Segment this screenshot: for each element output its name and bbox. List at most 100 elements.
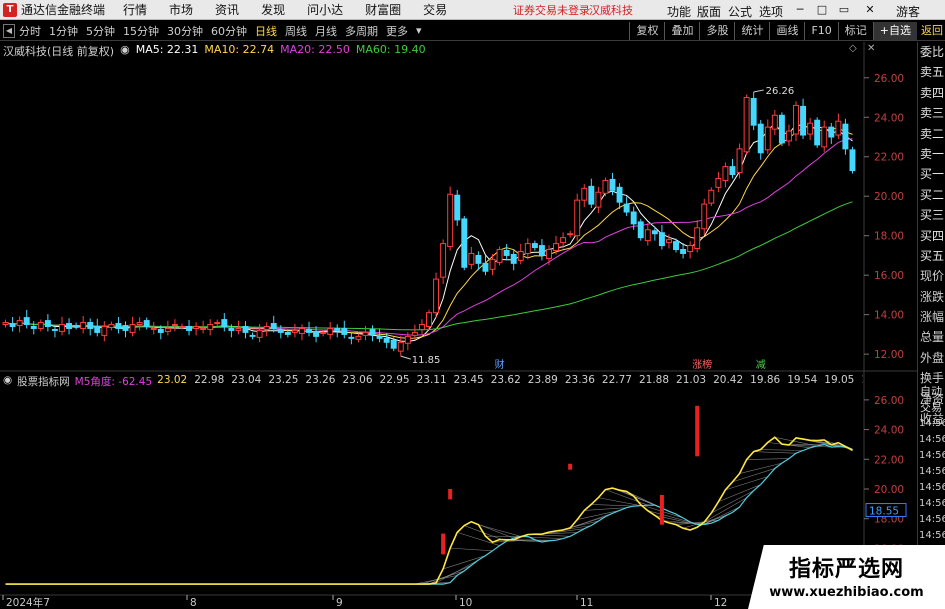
side-panel-item[interactable]: 买二 xyxy=(918,185,945,205)
side-panel-item[interactable]: 买四 xyxy=(918,226,945,246)
side-panel-item[interactable]: 涨幅 xyxy=(918,307,945,327)
side-panel-item[interactable]: 外盘 xyxy=(918,348,945,368)
candle-body xyxy=(390,339,397,349)
candle-body xyxy=(447,193,454,248)
candle-body xyxy=(673,241,679,251)
period-weekly[interactable]: 周线 xyxy=(285,23,307,39)
period-15min[interactable]: 15分钟 xyxy=(123,23,159,39)
toolbar-left-arrow-icon[interactable]: ◀ xyxy=(3,23,15,38)
period-monthly[interactable]: 月线 xyxy=(315,23,337,39)
ribbon-lag-line xyxy=(5,443,853,585)
period-30min[interactable]: 30分钟 xyxy=(167,23,203,39)
candle-body xyxy=(306,328,312,333)
candle-body xyxy=(842,123,849,150)
sub-chart-title[interactable]: 股票指标网 xyxy=(17,374,70,389)
sub-y-tick-label: 26.00 xyxy=(874,395,904,407)
period-1min[interactable]: 1分钟 xyxy=(49,23,78,39)
candle-body xyxy=(602,179,609,194)
f10-button[interactable]: F10 xyxy=(804,22,837,40)
side-panel-item[interactable]: 买一 xyxy=(918,164,945,184)
side-panel-item[interactable]: 卖四 xyxy=(918,83,945,103)
ma10-line xyxy=(5,125,853,339)
period-60min[interactable]: 60分钟 xyxy=(211,23,247,39)
add-watchlist-button[interactable]: +自选 xyxy=(872,22,917,40)
close-icon[interactable]: ✕ xyxy=(862,2,878,18)
menu-layout[interactable]: 版面 xyxy=(697,3,721,20)
sub-value: 21.03 xyxy=(676,374,707,386)
menu-formula[interactable]: 公式 xyxy=(728,3,752,20)
candle-body xyxy=(517,250,524,261)
ribbon-hatch xyxy=(718,484,761,503)
back-button[interactable]: 返回 xyxy=(921,22,943,38)
signal-bar xyxy=(695,405,700,457)
menu-item-shichang[interactable]: 市场 xyxy=(169,1,193,18)
period-5min[interactable]: 5分钟 xyxy=(86,23,115,39)
menu-item-wenxiaoda[interactable]: 问小达 xyxy=(307,1,343,18)
candle-body xyxy=(404,335,411,344)
main-y-tick-label: 12.00 xyxy=(874,349,904,361)
period-daily[interactable]: 日线 xyxy=(255,23,277,39)
menu-item-zixun[interactable]: 资讯 xyxy=(215,1,239,18)
side-panel-item[interactable]: 总量 xyxy=(918,327,945,347)
candle-body xyxy=(249,334,256,337)
mark-button[interactable]: 标记 xyxy=(837,22,873,40)
restore-icon[interactable]: ▭ xyxy=(836,2,852,18)
candle-body xyxy=(538,245,545,256)
trade-time: 14:56 xyxy=(919,466,945,477)
menu-item-hangqing[interactable]: 行情 xyxy=(123,1,147,18)
menu-function[interactable]: 功能 xyxy=(667,3,691,20)
candle-body xyxy=(623,203,630,213)
draw-line-button[interactable]: 画线 xyxy=(769,22,804,40)
trade-login-notice[interactable]: 证券交易未登录 xyxy=(513,2,590,18)
candle-body xyxy=(59,324,65,332)
period-fenshi[interactable]: 分时 xyxy=(19,23,41,39)
candle-body xyxy=(821,126,828,148)
trade-time: 14:56 xyxy=(919,514,945,525)
more-dropdown-icon[interactable]: ▾ xyxy=(416,24,422,37)
statistics-button[interactable]: 统计 xyxy=(734,22,769,40)
side-panel-item[interactable]: 卖三 xyxy=(918,103,945,123)
sub-value: 23.02 xyxy=(157,374,188,386)
maximize-icon[interactable]: □ xyxy=(814,2,830,18)
chart-area[interactable]: 26.00 24.00 22.00 20.00 18.00 16.00 14.00 12.00… xyxy=(0,42,917,609)
side-panel-item[interactable]: 买三 xyxy=(918,205,945,225)
side-panel-lower-item[interactable]: 交易 xyxy=(918,400,945,416)
kline-chart[interactable]: 26.00 24.00 22.00 20.00 18.00 16.00 14.00 12.00… xyxy=(0,42,917,609)
sub-value: 22.95 xyxy=(379,374,410,386)
side-panel-item[interactable]: 现价 xyxy=(918,266,945,286)
side-panel-item[interactable]: 委比 xyxy=(918,42,945,62)
side-panel-item[interactable]: 涨跌 xyxy=(918,287,945,307)
candle-body xyxy=(51,328,58,331)
candle-body xyxy=(637,221,644,239)
candle-body xyxy=(609,178,616,191)
multi-stock-button[interactable]: 多股 xyxy=(699,22,734,40)
side-panel-item[interactable]: 买五 xyxy=(918,246,945,266)
candle-body xyxy=(510,253,517,264)
menu-options[interactable]: 选项 xyxy=(759,3,783,20)
candle-body xyxy=(680,249,687,254)
candle-body xyxy=(376,335,383,339)
side-panel-item[interactable]: 卖二 xyxy=(918,124,945,144)
menu-item-caifuquan[interactable]: 财富圈 xyxy=(365,1,401,18)
adjust-button[interactable]: 复权 xyxy=(629,22,664,40)
period-multi[interactable]: 多周期 xyxy=(345,23,378,39)
ma-settings-icon[interactable]: ◉ xyxy=(120,43,130,59)
candle-body xyxy=(588,185,595,205)
candle-body xyxy=(524,243,531,254)
chart-diamond-icon[interactable]: ◇ xyxy=(849,43,857,54)
minimize-icon[interactable]: ─ xyxy=(792,2,808,18)
period-more[interactable]: 更多 xyxy=(386,23,408,39)
menu-item-jiaoyi[interactable]: 交易 xyxy=(423,1,447,18)
guest-user[interactable]: 游客 xyxy=(896,3,920,20)
chart-close-icon[interactable]: ✕ xyxy=(867,43,875,54)
side-panel-item[interactable]: 卖一 xyxy=(918,144,945,164)
stock-title[interactable]: 汉威科技(日线 前复权) xyxy=(3,43,114,59)
menu-item-faxian[interactable]: 发现 xyxy=(261,1,285,18)
sub-settings-icon[interactable]: ◉ xyxy=(3,374,12,389)
main-y-tick-label: 22.00 xyxy=(874,152,904,164)
side-panel-item[interactable]: 卖五 xyxy=(918,62,945,82)
ma5-line xyxy=(5,122,853,343)
overlay-button[interactable]: 叠加 xyxy=(664,22,699,40)
side-panel-lower-item[interactable]: 自动 xyxy=(918,384,945,400)
candle-body xyxy=(101,325,108,336)
